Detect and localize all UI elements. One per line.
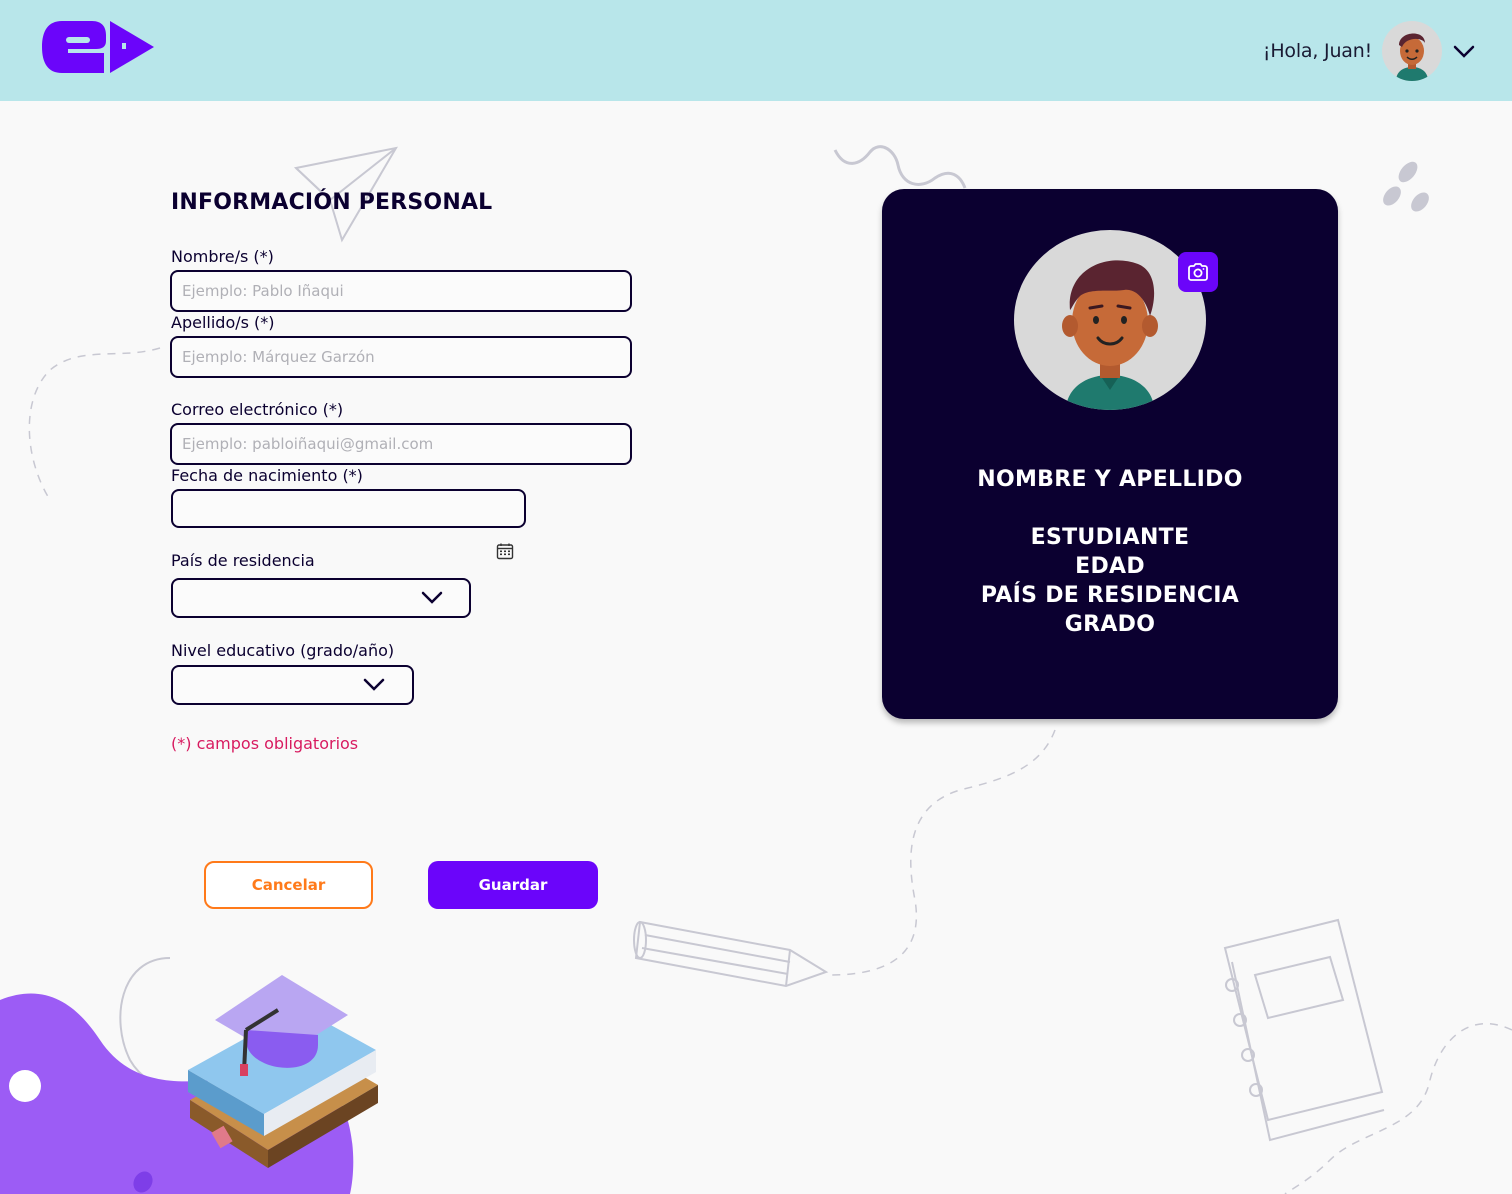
dashed-trail-center [829,729,1056,976]
pais-label: País de residencia [171,551,315,570]
correo-label: Correo electrónico (*) [171,400,344,419]
email-input[interactable] [170,423,632,465]
chevron-down-icon [421,590,443,610]
card-grade: GRADO [1064,612,1156,637]
country-select[interactable] [171,578,471,618]
nombre-label: Nombre/s (*) [171,247,274,266]
cancel-button[interactable]: Cancelar [204,861,373,909]
card-country: PAÍS DE RESIDENCIA [980,583,1240,608]
blob-dot [9,1070,41,1102]
education-level-select[interactable] [171,665,414,705]
edu-logo-icon[interactable] [40,19,156,79]
card-role: ESTUDIANTE [1030,525,1190,550]
card-age: EDAD [1075,554,1145,579]
card-name: NOMBRE Y APELLIDO [977,467,1243,492]
nivel-label: Nivel educativo (grado/año) [171,641,395,660]
calendar-icon[interactable] [496,542,514,564]
dashed-trail-left [28,347,161,501]
nombre-input[interactable] [170,270,632,312]
birthdate-input[interactable] [171,489,526,528]
profile-card: NOMBRE Y APELLIDO ESTUDIANTE EDAD PAÍS D… [882,189,1338,719]
purple-blob [0,993,354,1194]
apellido-input[interactable] [170,336,632,378]
save-button[interactable]: Guardar [428,861,598,909]
student-avatar-icon [1014,230,1206,410]
camera-icon[interactable] [1178,252,1218,292]
greeting-text: ¡Hola, Juan! [1262,40,1372,62]
pencil-icon [633,920,829,988]
fecha-label: Fecha de nacimiento (*) [171,466,363,485]
section-title: INFORMACIÓN PERSONAL [171,190,493,215]
top-header: ¡Hola, Juan! [0,0,1512,101]
chevron-down-icon [363,677,385,697]
lightbulb-outline [119,957,231,1096]
squiggle-decoration [833,145,967,189]
chevron-down-icon[interactable] [1452,40,1476,68]
notebook-icon [1223,918,1385,1142]
books-graduation-icon [188,975,378,1168]
required-fields-note: (*) campos obligatorios [171,734,359,753]
drops-decoration [1383,161,1429,212]
user-avatar-icon[interactable] [1382,21,1442,81]
dashed-trail-right [1284,1023,1512,1194]
apellido-label: Apellido/s (*) [171,313,275,332]
